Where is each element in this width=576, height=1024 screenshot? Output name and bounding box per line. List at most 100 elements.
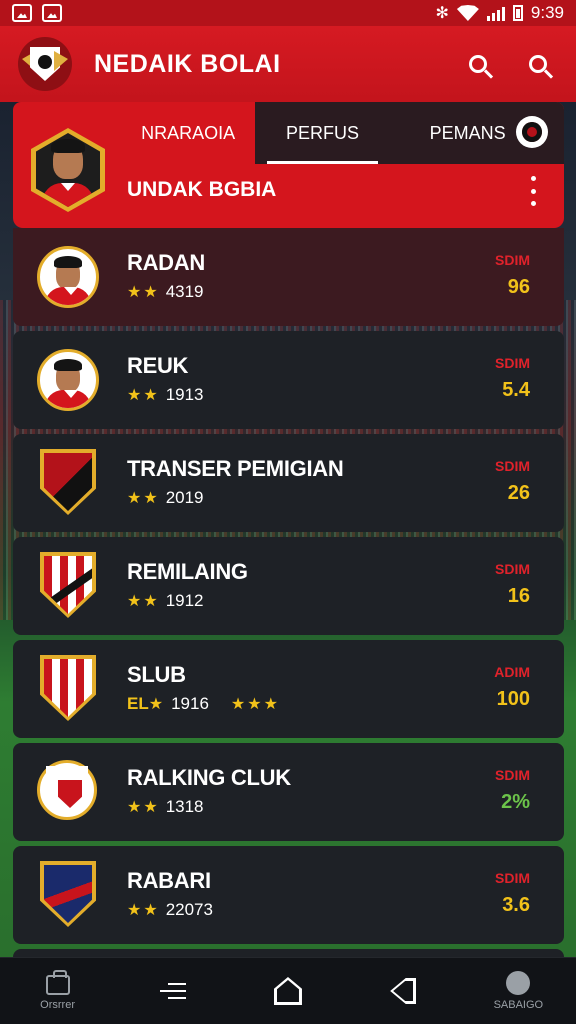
item-year: 2019 xyxy=(165,488,204,507)
rating-stars-extra: ★★★ xyxy=(230,696,280,713)
stat-value: 3.6 xyxy=(502,894,530,916)
player-avatar xyxy=(37,246,99,308)
item-year: 1318 xyxy=(165,797,204,816)
player-avatar xyxy=(37,349,99,411)
stat-value: 26 xyxy=(507,482,530,504)
stat-value: 5.4 xyxy=(502,379,530,401)
nav-orders[interactable]: Orsrrer xyxy=(18,961,98,1021)
stat-label: SDIM xyxy=(495,252,530,268)
list-item[interactable]: TRANSER PEMIGIAN ★★ 2019 SDIM 26 xyxy=(13,434,564,532)
search-button[interactable] xyxy=(458,44,498,84)
list-item[interactable]: REMILAING ★★ 1912 SDIM 16 xyxy=(13,537,564,635)
app-title: NEDAIK BOLAI xyxy=(94,49,281,78)
item-name: REUK xyxy=(127,353,189,378)
stat-label: ADIM xyxy=(494,664,530,680)
rating-stars: ★★ xyxy=(127,284,160,301)
search-button-secondary[interactable] xyxy=(518,44,558,84)
item-meta: ★★ 1318 xyxy=(127,797,204,817)
tab-label: PEMANS xyxy=(429,122,506,143)
nav-menu[interactable] xyxy=(133,961,213,1021)
featured-player-name: UNDAK BGBIA xyxy=(127,178,277,201)
item-meta: ★★ 22073 xyxy=(127,900,213,920)
tab-bar: NRARAOIA PERFUS PEMANS xyxy=(121,102,564,164)
stat-label: SDIM xyxy=(495,767,530,783)
tab-pemans[interactable]: PEMANS xyxy=(389,102,564,164)
stat-value: 96 xyxy=(507,276,530,298)
item-year: 1916 xyxy=(171,694,209,713)
status-bar: ✻ 9:39 xyxy=(0,0,576,26)
wifi-icon xyxy=(456,5,479,21)
search-icon xyxy=(469,55,487,73)
signal-icon xyxy=(486,5,505,21)
club-badge-icon xyxy=(37,861,99,929)
stat-label: SDIM xyxy=(495,870,530,886)
search-icon xyxy=(529,55,547,73)
featured-player-avatar xyxy=(31,128,105,214)
list-item[interactable]: REUK ★★ 1913 SDIM 5.4 xyxy=(13,331,564,429)
item-meta: ★★ 4319 xyxy=(127,282,204,302)
tab-nraraoia[interactable]: NRARAOIA xyxy=(121,102,255,164)
item-prefix: EL xyxy=(127,694,149,713)
item-meta: ★★ 1912 xyxy=(127,591,204,611)
rating-stars: ★★ xyxy=(127,387,160,404)
home-icon xyxy=(274,977,302,1005)
more-options-icon[interactable] xyxy=(526,176,540,206)
stat-value: 100 xyxy=(496,688,530,710)
nav-profile[interactable]: SABAIGO xyxy=(478,961,558,1021)
stat-value: 2% xyxy=(501,791,530,813)
image-icon xyxy=(42,4,62,22)
item-year: 1913 xyxy=(165,385,204,404)
club-badge-icon xyxy=(37,655,99,723)
rating-stars: ★★ xyxy=(127,593,160,610)
item-name: REMILAING xyxy=(127,559,248,584)
player-list: RADAN ★★ 4319 SDIM 96 REUK ★★ 1913 SDIM 5.… xyxy=(13,228,564,972)
rating-stars: ★★ xyxy=(127,902,160,919)
item-name: RALKING CLUK xyxy=(127,765,291,790)
item-name: TRANSER PEMIGIAN xyxy=(127,456,344,481)
status-time: 9:39 xyxy=(530,3,564,22)
item-year: 22073 xyxy=(165,900,213,919)
item-meta: ★★ 1913 xyxy=(127,385,204,405)
tab-label: NRARAOIA xyxy=(141,122,236,143)
club-badge-icon xyxy=(37,758,99,826)
item-meta: EL ★ 1916 ★★★ xyxy=(127,694,280,714)
item-year: 4319 xyxy=(165,282,204,301)
stat-label: SDIM xyxy=(495,355,530,371)
item-year: 1912 xyxy=(165,591,204,610)
nav-home[interactable] xyxy=(248,961,328,1021)
list-item[interactable]: SLUB EL ★ 1916 ★★★ ADIM 100 xyxy=(13,640,564,738)
app-bar: NEDAIK BOLAI xyxy=(0,26,576,102)
stat-label: SDIM xyxy=(495,458,530,474)
club-badge-icon xyxy=(37,552,99,620)
item-name: RADAN xyxy=(127,250,205,275)
rating-stars: ★★ xyxy=(127,490,160,507)
bag-icon xyxy=(45,970,70,995)
tag-icon xyxy=(390,978,416,1004)
featured-player-card[interactable]: NRARAOIA PERFUS PEMANS UNDAK BGBIA xyxy=(13,102,564,228)
bluetooth-icon: ✻ xyxy=(435,5,449,22)
item-name: SLUB xyxy=(127,662,186,687)
rating-stars: ★★ xyxy=(127,799,160,816)
main-panel: NRARAOIA PERFUS PEMANS UNDAK BGBIA RADAN… xyxy=(13,102,564,967)
stat-label: SDIM xyxy=(495,561,530,577)
nav-label: SABAIGO xyxy=(493,999,544,1011)
tab-label: PERFUS xyxy=(285,122,359,143)
list-item[interactable]: RADAN ★★ 4319 SDIM 96 xyxy=(13,228,564,326)
battery-icon xyxy=(512,5,523,21)
menu-icon xyxy=(159,981,186,1001)
gallery-icon xyxy=(12,4,32,22)
club-ball-icon xyxy=(515,116,548,148)
user-icon xyxy=(506,971,531,995)
bottom-navigation: Orsrrer SABAIGO xyxy=(0,957,576,1024)
app-logo xyxy=(18,37,72,91)
nav-tag[interactable] xyxy=(363,961,443,1021)
rating-stars: ★ xyxy=(148,696,166,713)
stat-value: 16 xyxy=(507,585,530,607)
tab-perfus[interactable]: PERFUS xyxy=(255,102,390,164)
nav-label: Orsrrer xyxy=(40,999,75,1011)
list-item[interactable]: RALKING CLUK ★★ 1318 SDIM 2% xyxy=(13,743,564,841)
club-badge-icon xyxy=(37,449,99,517)
item-name: RABARI xyxy=(127,868,211,893)
item-meta: ★★ 2019 xyxy=(127,488,204,508)
list-item[interactable]: RABARI ★★ 22073 SDIM 3.6 xyxy=(13,846,564,944)
